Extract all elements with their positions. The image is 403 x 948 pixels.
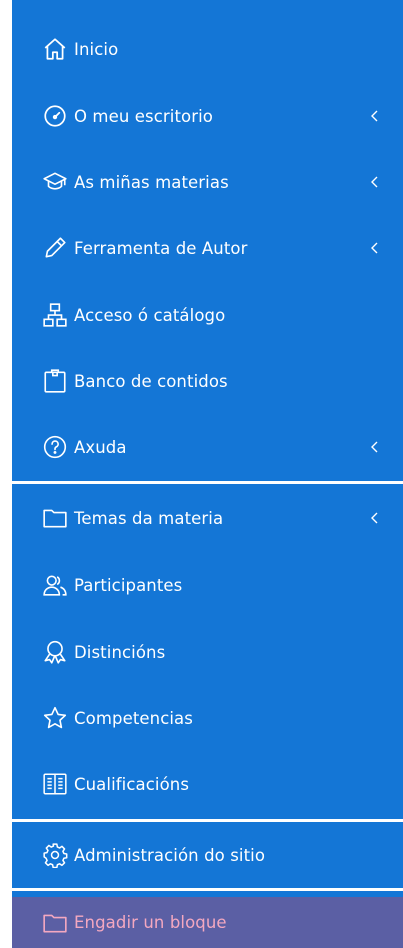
nav-item-escritorio[interactable]: O meu escritorio xyxy=(12,83,403,149)
nav-label: Distincións xyxy=(74,642,166,662)
nav-item-competencias[interactable]: Competencias xyxy=(12,685,403,751)
folder-icon xyxy=(40,503,70,533)
graduation-cap-icon xyxy=(40,167,70,197)
nav-label: Banco de contidos xyxy=(74,371,228,391)
nav-label: O meu escritorio xyxy=(74,106,213,126)
nav-item-banco[interactable]: Banco de contidos xyxy=(12,348,403,414)
dashboard-gauge-icon xyxy=(40,101,70,131)
sidebar-nav: Inicio O meu escritorio As miñas materia… xyxy=(12,0,403,948)
nav-label: Acceso ó catálogo xyxy=(74,305,226,325)
nav-item-catalogo[interactable]: Acceso ó catálogo xyxy=(12,282,403,348)
nav-label: As miñas materias xyxy=(74,172,229,192)
sitemap-icon xyxy=(40,300,70,330)
nav-item-temas[interactable]: Temas da materia xyxy=(12,485,403,551)
nav-label: Cualificacións xyxy=(74,774,190,794)
nav-item-administracion[interactable]: Administración do sitio xyxy=(12,822,403,888)
nav-item-inicio[interactable]: Inicio xyxy=(12,16,403,82)
nav-label: Temas da materia xyxy=(74,508,224,528)
home-icon xyxy=(40,34,70,64)
folder-icon xyxy=(40,908,70,938)
add-block-label: Engadir un bloque xyxy=(74,913,227,932)
open-book-icon xyxy=(40,769,70,799)
chevron-left-icon xyxy=(368,440,382,454)
users-icon xyxy=(40,570,70,600)
chevron-left-icon xyxy=(368,241,382,255)
nav-label: Inicio xyxy=(74,39,119,59)
nav-label: Axuda xyxy=(74,437,127,457)
chevron-left-icon xyxy=(368,175,382,189)
chevron-left-icon xyxy=(368,109,382,123)
divider xyxy=(12,888,403,891)
badge-award-icon xyxy=(40,637,70,667)
nav-item-cualificacions[interactable]: Cualificacións xyxy=(12,751,403,817)
nav-label: Ferramenta de Autor xyxy=(74,238,248,258)
nav-item-distincions[interactable]: Distincións xyxy=(12,619,403,685)
nav-item-participantes[interactable]: Participantes xyxy=(12,552,403,618)
add-block-button[interactable]: Engadir un bloque xyxy=(12,897,403,948)
chevron-left-icon xyxy=(368,511,382,525)
clipboard-icon xyxy=(40,366,70,396)
pencil-icon xyxy=(40,233,70,263)
nav-label: Administración do sitio xyxy=(74,845,266,865)
nav-item-axuda[interactable]: Axuda xyxy=(12,414,403,480)
help-circle-icon xyxy=(40,432,70,462)
nav-item-autor[interactable]: Ferramenta de Autor xyxy=(12,215,403,281)
divider xyxy=(12,481,403,484)
gear-icon xyxy=(40,840,70,870)
nav-item-materias[interactable]: As miñas materias xyxy=(12,149,403,215)
nav-label: Participantes xyxy=(74,575,183,595)
nav-label: Competencias xyxy=(74,708,193,728)
star-icon xyxy=(40,703,70,733)
